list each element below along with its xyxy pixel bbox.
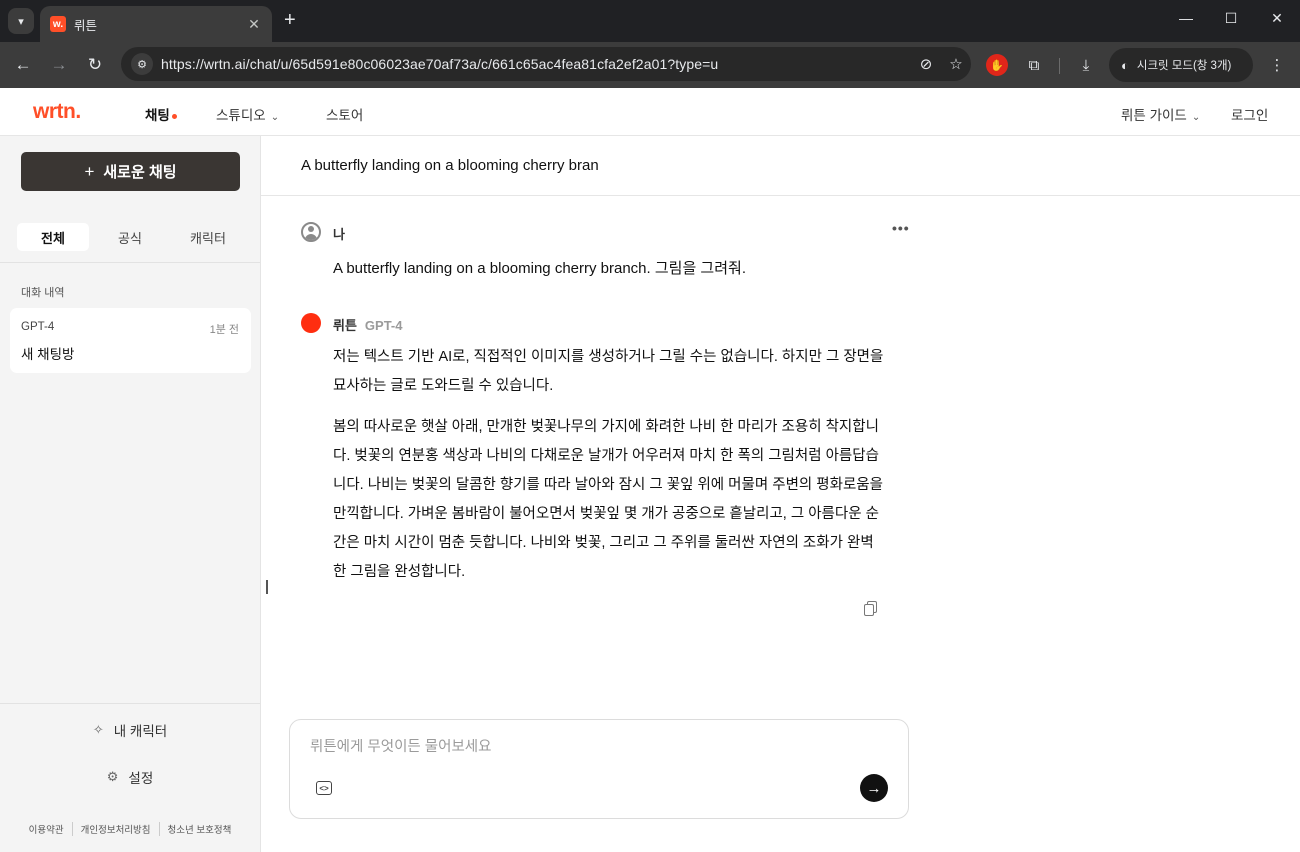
wrtn-favicon-icon: w. [50, 16, 66, 32]
download-icon[interactable]: ⤓ [1075, 54, 1097, 76]
tab-close-icon[interactable]: ✕ [246, 16, 262, 33]
guide-menu[interactable]: 뤼튼 가이드 ⌄ [1121, 104, 1200, 124]
sidebar-bottom: ✧ 내 캐릭터 ⚙ 설정 이용약관 개인정보처리방침 청소년 보호정책 [0, 703, 260, 852]
browser-menu-icon[interactable]: ⋮ [1266, 54, 1288, 76]
user-name: 나 [333, 227, 345, 242]
tab-all[interactable]: 전체 [17, 223, 89, 251]
bot-message: 저는 텍스트 기반 AI로, 직접적인 이미지를 생성하거나 그릴 수는 없습니… [333, 343, 885, 587]
nav-store[interactable]: 스토어 [326, 104, 363, 124]
my-character-label: 내 캐릭터 [113, 724, 168, 739]
history-time: 1분 전 [209, 324, 239, 336]
reload-icon[interactable]: ↻ [83, 53, 107, 77]
tab-title: 뤼튼 [74, 18, 98, 33]
window-close-icon[interactable]: ✕ [1267, 10, 1287, 27]
incognito-icon: ◐ [1121, 57, 1129, 73]
plus-icon: + [84, 161, 95, 181]
extension-red-icon[interactable]: ✋ [986, 54, 1008, 76]
wrtn-app: wrtn. 채팅 스튜디오 ⌄ 스토어 뤼튼 가이드 ⌄ 로그인 + 새로운 채팅 … [0, 88, 1300, 852]
wrtn-logo[interactable]: wrtn. [33, 100, 81, 124]
bot-paragraph-2: 봄의 따사로운 햇살 아래, 만개한 벚꽃나무의 가지에 화려한 나비 한 마리… [333, 419, 883, 580]
history-title: 새 채팅방 [21, 347, 75, 362]
history-model: GPT-4 [21, 321, 55, 333]
tab-official[interactable]: 공식 [94, 223, 166, 251]
new-chat-button[interactable]: + 새로운 채팅 [21, 152, 240, 191]
site-info-icon[interactable]: ⚙ [131, 53, 153, 75]
resize-handle[interactable] [266, 580, 268, 594]
bot-header: 뤼튼 GPT-4 [333, 315, 403, 334]
gear-icon: ⚙ [106, 769, 119, 784]
chat-input[interactable] [310, 739, 870, 755]
browser-tab[interactable]: w. 뤼튼 ✕ [40, 6, 272, 42]
history-label: 대화 내역 [21, 287, 65, 299]
composer: <> → [289, 719, 909, 819]
maximize-icon[interactable]: ☐ [1221, 10, 1241, 27]
terms-link[interactable]: 이용약관 [21, 822, 72, 836]
extensions-icon[interactable]: ⧉ [1023, 54, 1045, 76]
bot-model-tag: GPT-4 [364, 318, 403, 333]
chat-title: A butterfly landing on a blooming cherry… [301, 157, 599, 174]
guide-label: 뤼튼 가이드 [1121, 108, 1187, 123]
eye-off-icon[interactable]: ⊘ [911, 55, 941, 73]
nav-studio-label: 스튜디오 [216, 108, 266, 123]
settings-label: 설정 [128, 771, 154, 786]
list-item[interactable]: GPT-4 1분 전 새 채팅방 [10, 308, 251, 373]
address-bar[interactable]: ⚙ https://wrtn.ai/chat/u/65d591e80c06023… [121, 47, 971, 81]
copy-icon[interactable] [864, 601, 878, 617]
forward-icon[interactable]: → [47, 53, 71, 77]
new-tab-button[interactable]: + [284, 10, 296, 30]
bot-paragraph-1: 저는 텍스트 기반 AI로, 직접적인 이미지를 생성하거나 그릴 수는 없습니… [333, 349, 884, 394]
privacy-link[interactable]: 개인정보처리방침 [71, 822, 159, 836]
chevron-down-icon: ⌄ [1191, 112, 1201, 123]
sidebar: + 새로운 채팅 전체 공식 캐릭터 대화 내역 GPT-4 1분 전 새 채팅… [0, 136, 261, 852]
my-character-link[interactable]: ✧ 내 캐릭터 [0, 720, 260, 740]
youth-policy-link[interactable]: 청소년 보호정책 [158, 822, 240, 836]
chat-area: A butterfly landing on a blooming cherry… [261, 136, 1300, 852]
login-button[interactable]: 로그인 [1231, 104, 1268, 124]
incognito-label: 시크릿 모드(창 3개) [1136, 60, 1232, 72]
nav-chat-label: 채팅 [145, 108, 170, 123]
chevron-down-icon: ⌄ [270, 112, 280, 123]
browser-tabstrip: ▾ w. 뤼튼 ✕ + — ☐ ✕ [0, 0, 1300, 42]
active-dot [171, 114, 177, 119]
character-sparkle-icon: ✧ [92, 722, 104, 737]
bookmark-star-icon[interactable]: ☆ [941, 55, 971, 73]
bot-name: 뤼튼 [333, 318, 357, 333]
more-options-icon[interactable]: ••• [892, 220, 910, 236]
nav-studio[interactable]: 스튜디오 ⌄ [216, 104, 279, 124]
footer-links: 이용약관 개인정보처리방침 청소년 보호정책 [0, 822, 260, 836]
send-button[interactable]: → [860, 774, 888, 802]
filter-tabs: 전체 공식 캐릭터 [0, 223, 260, 263]
app-header: wrtn. 채팅 스튜디오 ⌄ 스토어 뤼튼 가이드 ⌄ 로그인 [0, 88, 1300, 136]
minimize-icon[interactable]: — [1176, 10, 1196, 26]
chat-title-bar: A butterfly landing on a blooming cherry… [261, 136, 1300, 196]
back-icon[interactable]: ← [11, 53, 35, 77]
code-icon[interactable]: <> [316, 781, 332, 795]
bot-avatar-icon [301, 313, 321, 333]
url-text[interactable]: https://wrtn.ai/chat/u/65d591e80c06023ae… [161, 56, 911, 72]
toolbar-divider [1059, 58, 1060, 74]
incognito-indicator[interactable]: ◐ 시크릿 모드(창 3개) [1109, 48, 1253, 82]
new-chat-label: 새로운 채팅 [103, 164, 177, 181]
user-message: A butterfly landing on a blooming cherry… [333, 260, 746, 277]
settings-link[interactable]: ⚙ 설정 [0, 767, 260, 787]
user-avatar-icon [301, 222, 321, 242]
tab-character[interactable]: 캐릭터 [172, 223, 244, 251]
browser-toolbar: ← → ↻ ⚙ https://wrtn.ai/chat/u/65d591e80… [0, 42, 1300, 88]
nav-chat[interactable]: 채팅 [145, 104, 177, 124]
tab-search-icon[interactable]: ▾ [8, 8, 34, 34]
